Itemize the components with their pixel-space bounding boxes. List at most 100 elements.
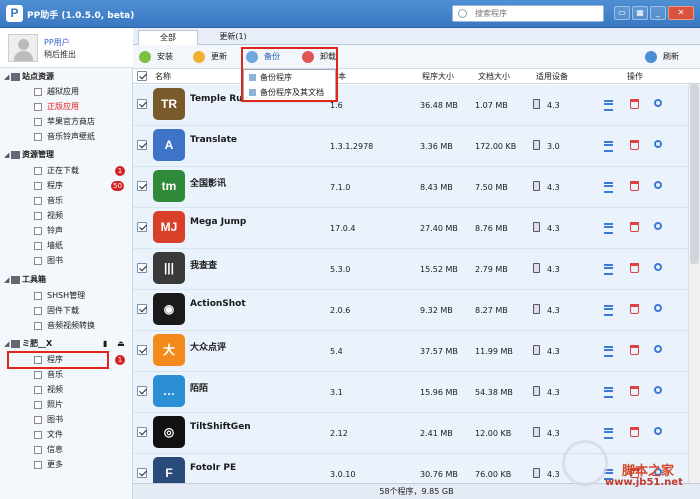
row-checkbox[interactable]: [137, 181, 147, 191]
table-row[interactable]: A Translate 1.3.1.2978 3.36 MB 172.00 KB 3.0: [133, 126, 688, 167]
row-checkbox[interactable]: [137, 222, 147, 232]
collapse-icon[interactable]: ◢: [4, 337, 9, 351]
group-resource-management[interactable]: ◢ 资源管理: [0, 148, 133, 162]
search-icon[interactable]: [654, 345, 662, 353]
row-checkbox[interactable]: [137, 468, 147, 478]
refresh-button[interactable]: 刷新: [643, 49, 679, 65]
search-icon[interactable]: [654, 222, 662, 230]
search-icon[interactable]: [654, 304, 662, 312]
table-row[interactable]: TR Temple Run 1.6 36.48 MB 1.07 MB 4.3: [133, 85, 688, 126]
close-button[interactable]: ✕: [668, 6, 694, 20]
table-row[interactable]: … 陌陌 3.1 15.96 MB 54.38 MB 4.3: [133, 372, 688, 413]
sidebar-item-ringtones[interactable]: 铃声: [0, 224, 133, 238]
tab-all[interactable]: 全部: [138, 30, 198, 45]
sidebar-item-messages[interactable]: 信息: [0, 443, 133, 457]
sidebar-item-files[interactable]: 文件: [0, 428, 133, 442]
table-row[interactable]: MJ Mega Jump 17.0.4 27.40 MB 8.76 MB 4.3: [133, 208, 688, 249]
delete-icon[interactable]: [630, 345, 639, 355]
details-icon[interactable]: [604, 140, 614, 152]
user-name[interactable]: PP用户: [44, 37, 70, 48]
sidebar-item-programs[interactable]: 程序 50: [0, 179, 133, 193]
details-icon[interactable]: [604, 304, 614, 316]
search-box[interactable]: [452, 5, 604, 22]
details-icon[interactable]: [604, 345, 614, 357]
sidebar-item-app-store[interactable]: 苹果官方商店: [0, 115, 133, 129]
details-icon[interactable]: [604, 263, 614, 275]
table-row[interactable]: ◎ TiltShiftGen 2.12 2.41 MB 12.00 KB 4.3: [133, 413, 688, 454]
sidebar-item-video[interactable]: 视频: [0, 209, 133, 223]
sidebar-item-photos[interactable]: 照片: [0, 398, 133, 412]
logout-link[interactable]: 稍后推出: [44, 49, 76, 60]
col-doc-size[interactable]: 文档大小: [478, 71, 510, 82]
col-version[interactable]: 本: [338, 71, 346, 82]
avatar[interactable]: [8, 34, 38, 62]
sidebar-item-downloading[interactable]: 正在下载 1: [0, 164, 133, 178]
group-device[interactable]: ◢ ミ肥__X ▮ ⏏: [0, 337, 133, 351]
details-icon[interactable]: [604, 181, 614, 193]
sidebar-item-music[interactable]: 音乐: [0, 194, 133, 208]
delete-icon[interactable]: [630, 99, 639, 109]
group-site-resources[interactable]: ◢ 站点资源: [0, 70, 133, 84]
delete-icon[interactable]: [630, 386, 639, 396]
col-size[interactable]: 程序大小: [422, 71, 454, 82]
install-button[interactable]: 安装: [137, 49, 173, 65]
skin-icon[interactable]: ▦: [632, 6, 648, 20]
update-button[interactable]: 更新: [191, 49, 227, 65]
col-device[interactable]: 适用设备: [536, 71, 568, 82]
feedback-icon[interactable]: ▭: [614, 6, 630, 20]
sidebar-item-wallpaper[interactable]: 墙纸: [0, 239, 133, 253]
search-icon[interactable]: [654, 99, 662, 107]
table-row[interactable]: tm 全国影讯 7.1.0 8.43 MB 7.50 MB 4.3: [133, 167, 688, 208]
details-icon[interactable]: [604, 386, 614, 398]
sidebar-item-device-music[interactable]: 音乐: [0, 368, 133, 382]
sidebar-item-genuine-apps[interactable]: 正版应用: [0, 100, 133, 114]
search-icon[interactable]: [654, 181, 662, 189]
search-icon[interactable]: [654, 427, 662, 435]
group-toolbox[interactable]: ◢ 工具箱: [0, 273, 133, 287]
collapse-icon[interactable]: ◢: [4, 148, 9, 162]
row-checkbox[interactable]: [137, 263, 147, 273]
sidebar-item-converter[interactable]: 音频视频转换: [0, 319, 133, 333]
row-checkbox[interactable]: [137, 99, 147, 109]
delete-icon[interactable]: [630, 427, 639, 437]
delete-icon[interactable]: [630, 222, 639, 232]
collapse-icon[interactable]: ◢: [4, 273, 9, 287]
search-icon[interactable]: [654, 386, 662, 394]
row-checkbox[interactable]: [137, 140, 147, 150]
details-icon[interactable]: [604, 222, 614, 234]
row-checkbox[interactable]: [137, 427, 147, 437]
sidebar-item-firmware[interactable]: 固件下载: [0, 304, 133, 318]
sidebar-item-jailbreak-apps[interactable]: 越狱应用: [0, 85, 133, 99]
col-name[interactable]: 名称: [155, 71, 171, 82]
table-row[interactable]: ◉ ActionShot 2.0.6 9.32 MB 8.27 MB 4.3: [133, 290, 688, 331]
details-icon[interactable]: [604, 99, 614, 111]
delete-icon[interactable]: [630, 181, 639, 191]
table-row[interactable]: 大大众点评 5.4 37.57 MB 11.99 MB 4.3: [133, 331, 688, 372]
sidebar-item-more[interactable]: 更多: [0, 458, 133, 472]
eject-icon[interactable]: ⏏: [117, 337, 125, 351]
sidebar-item-device-books[interactable]: 图书: [0, 413, 133, 427]
row-checkbox[interactable]: [137, 304, 147, 314]
video-icon: [34, 212, 42, 220]
delete-icon[interactable]: [630, 304, 639, 314]
sidebar-item-device-video[interactable]: 视频: [0, 383, 133, 397]
delete-icon[interactable]: [630, 140, 639, 150]
search-icon[interactable]: [654, 140, 662, 148]
row-checkbox[interactable]: [137, 345, 147, 355]
sidebar-item-music-ringtones[interactable]: 音乐铃声壁纸: [0, 130, 133, 144]
scrollbar-thumb[interactable]: [690, 84, 699, 264]
sidebar-item-shsh[interactable]: SHSH管理: [0, 289, 133, 303]
details-icon[interactable]: [604, 427, 614, 439]
collapse-icon[interactable]: ◢: [4, 70, 9, 84]
scrollbar[interactable]: [688, 84, 700, 483]
minimize-button[interactable]: _: [650, 6, 666, 20]
delete-icon[interactable]: [630, 263, 639, 273]
row-checkbox[interactable]: [137, 386, 147, 396]
select-all-checkbox[interactable]: [137, 71, 147, 81]
tab-updates[interactable]: 更新(1): [203, 30, 263, 45]
sidebar-item-books[interactable]: 图书: [0, 254, 133, 268]
device-icon: [533, 345, 540, 355]
search-icon[interactable]: [654, 263, 662, 271]
search-input[interactable]: [475, 6, 600, 21]
table-row[interactable]: ||| 我查查 5.3.0 15.52 MB 2.79 MB 4.3: [133, 249, 688, 290]
